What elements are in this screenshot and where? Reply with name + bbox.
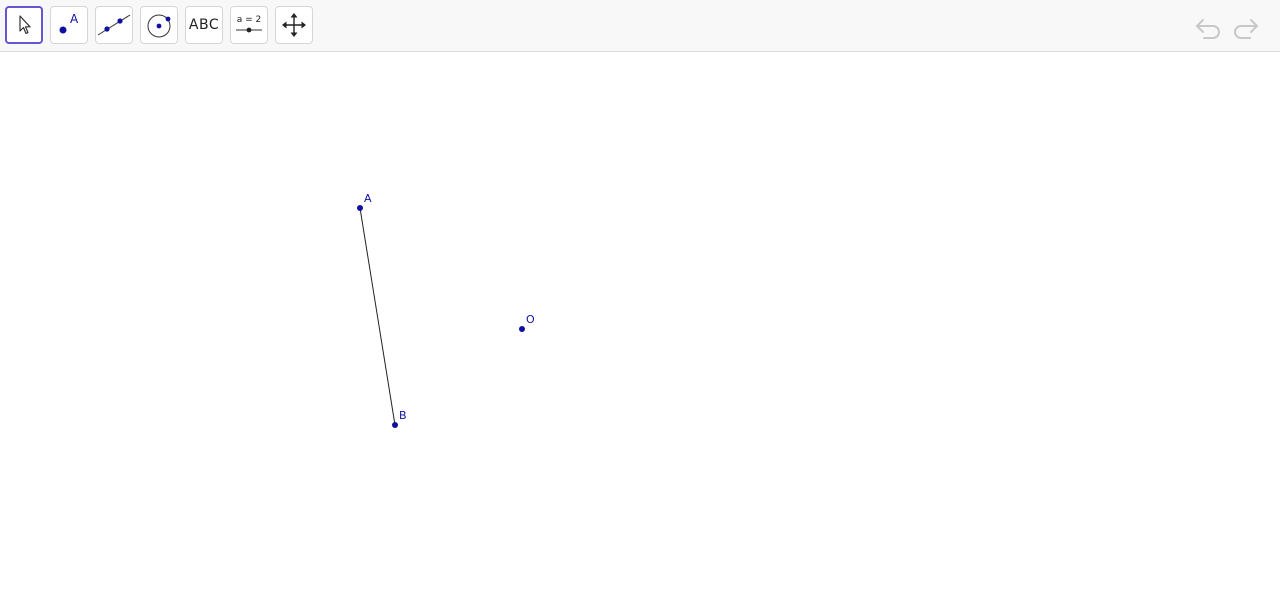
redo-button[interactable] [1230,13,1260,41]
move-view-icon [282,13,306,37]
arrow-pointer-icon [19,15,31,35]
graphics-canvas[interactable]: A B O [0,53,1280,598]
text-icon: ABC [188,17,220,33]
undo-icon [1196,19,1220,39]
segment-tool-button[interactable] [95,6,133,44]
point-o[interactable] [519,326,525,332]
segment-icon [97,14,131,36]
move-tool-button[interactable] [5,6,43,44]
point-tool-glyph: A [70,12,79,26]
point-a-label: A [364,192,372,205]
graphics-view[interactable]: A B O [0,53,1280,598]
point-b[interactable] [392,422,398,428]
move-view-tool-button[interactable] [275,6,313,44]
redo-icon [1234,19,1258,39]
segment-ab[interactable] [359,207,396,426]
slider-tool-button[interactable]: a = 2 [230,6,268,44]
slider-icon: a = 2 [236,15,262,33]
point-b-label: B [399,409,407,422]
undo-button[interactable] [1194,13,1224,41]
point-icon: A [59,12,79,34]
point-o-label: O [526,313,535,326]
circle-tool-button[interactable] [140,6,178,44]
slider-tool-glyph: a = 2 [237,15,262,25]
point-tool-button[interactable]: A [50,6,88,44]
point-a[interactable] [357,205,363,211]
text-tool-button[interactable]: ABC [185,6,223,44]
circle-icon [147,14,171,38]
toolbar: A ABC a = 2 [0,0,1280,52]
